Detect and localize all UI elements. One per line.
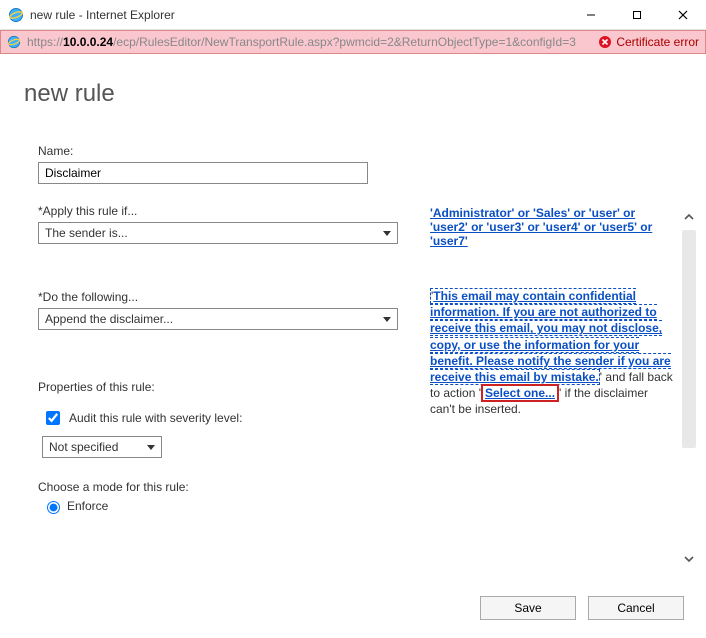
- chevron-up-icon: [683, 211, 695, 223]
- name-label: Name:: [38, 144, 414, 158]
- audit-checkbox[interactable]: [46, 411, 60, 425]
- name-input[interactable]: [38, 162, 368, 184]
- scroll-up-button[interactable]: [680, 208, 698, 226]
- maximize-icon: [632, 10, 642, 20]
- url-text: https://10.0.0.24/ecp/RulesEditor/NewTra…: [27, 35, 590, 49]
- save-button[interactable]: Save: [480, 596, 576, 620]
- apply-rule-label: *Apply this rule if...: [38, 204, 414, 218]
- severity-dropdown[interactable]: Not specified: [42, 436, 162, 458]
- scrollbar-track[interactable]: [682, 230, 696, 448]
- disclaimer-action-text: 'This email may contain confidential inf…: [430, 288, 674, 418]
- ie-icon: [8, 7, 24, 23]
- apply-rule-dropdown[interactable]: The sender is...: [38, 222, 398, 244]
- window-title: new rule - Internet Explorer: [30, 8, 175, 22]
- minimize-button[interactable]: [568, 0, 614, 30]
- senders-link[interactable]: 'Administrator' or 'Sales' or 'user' or …: [430, 206, 652, 248]
- chevron-down-icon: [383, 317, 391, 322]
- page-title: new rule: [24, 80, 686, 108]
- audit-label: Audit this rule with severity level:: [69, 411, 242, 425]
- mode-label: Choose a mode for this rule:: [38, 480, 414, 494]
- apply-rule-value: The sender is...: [45, 226, 128, 240]
- fallback-action-link[interactable]: Select one...: [481, 384, 559, 402]
- ie-icon-small: [7, 35, 21, 49]
- page-content: new rule Name: *Apply this rule if... Th…: [0, 54, 706, 638]
- do-following-value: Append the disclaimer...: [45, 312, 173, 326]
- chevron-down-icon: [683, 553, 695, 565]
- address-bar[interactable]: https://10.0.0.24/ecp/RulesEditor/NewTra…: [0, 30, 706, 54]
- maximize-button[interactable]: [614, 0, 660, 30]
- chevron-down-icon: [147, 445, 155, 450]
- scroll-down-button[interactable]: [680, 550, 698, 568]
- do-following-dropdown[interactable]: Append the disclaimer...: [38, 308, 398, 330]
- chevron-down-icon: [383, 231, 391, 236]
- cancel-button[interactable]: Cancel: [588, 596, 684, 620]
- close-icon: [678, 10, 688, 20]
- do-following-label: *Do the following...: [38, 290, 414, 304]
- severity-value: Not specified: [49, 440, 118, 454]
- close-button[interactable]: [660, 0, 706, 30]
- error-icon: [598, 35, 612, 49]
- window-titlebar: new rule - Internet Explorer: [0, 0, 706, 30]
- minimize-icon: [586, 10, 596, 20]
- properties-heading: Properties of this rule:: [38, 380, 414, 394]
- certificate-error[interactable]: Certificate error: [598, 35, 699, 49]
- enforce-label: Enforce: [67, 499, 108, 513]
- enforce-radio[interactable]: [47, 501, 60, 514]
- footer-buttons: Save Cancel: [480, 596, 684, 620]
